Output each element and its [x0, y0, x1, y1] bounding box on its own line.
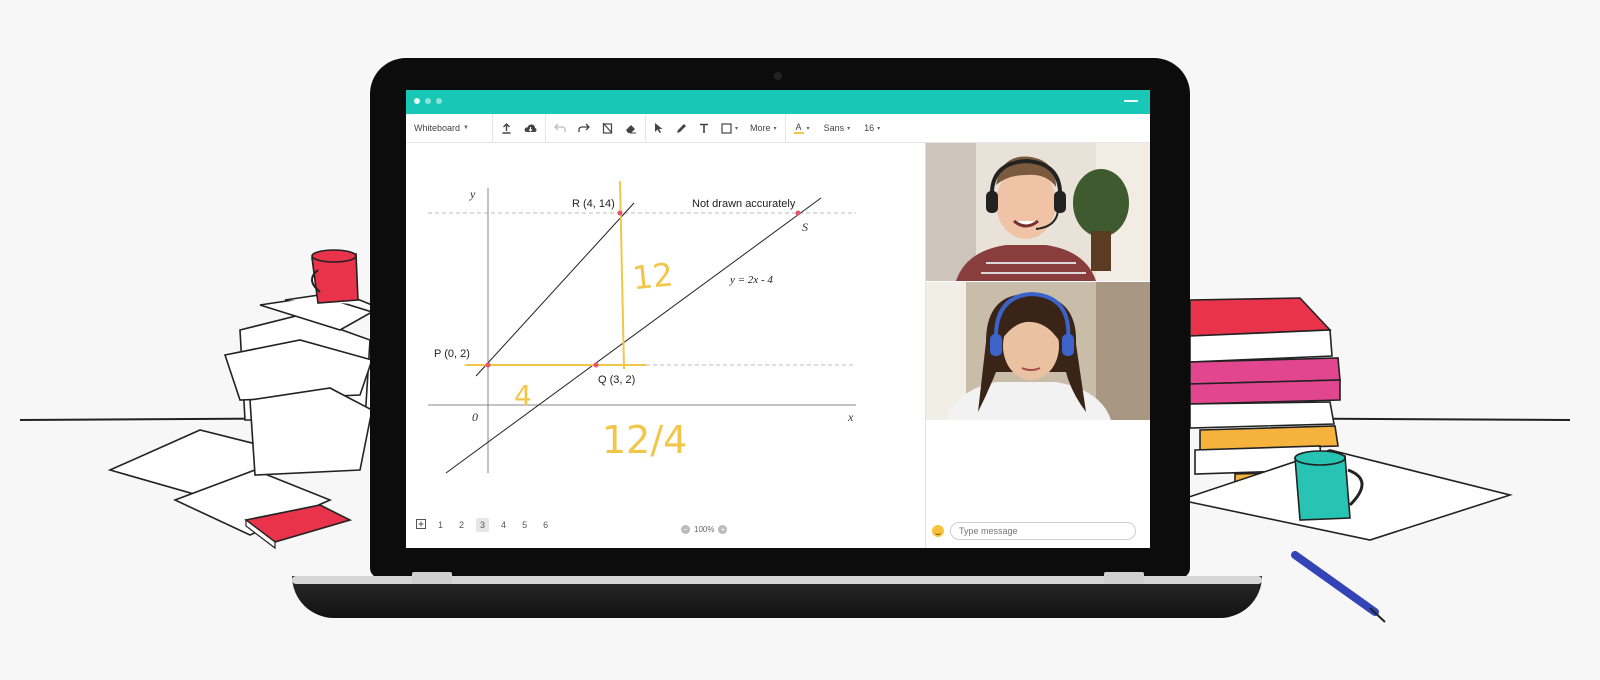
eraser-icon[interactable] — [625, 123, 637, 134]
y-axis-label: y — [469, 187, 476, 201]
zoom-out-button[interactable]: − — [681, 525, 690, 534]
point-s-marker — [795, 210, 801, 216]
upload-icon[interactable] — [501, 122, 512, 134]
hinge-left — [412, 572, 452, 584]
chevron-down-icon: ▾ — [847, 125, 851, 132]
title-bar — [406, 90, 1150, 114]
handwritten-ratio: 12/4 — [602, 418, 687, 462]
point-s-label: S — [802, 220, 808, 234]
app-window: Whiteboard ▼ ▾ More ▾ A ▾ Sans ▾ 16 ▾ y … — [406, 90, 1150, 548]
font-size-select[interactable]: 16 ▾ — [864, 123, 880, 133]
video-chat-panel — [926, 143, 1150, 548]
chevron-down-icon: ▾ — [735, 125, 739, 132]
equation-label: y = 2x - 4 — [729, 274, 773, 286]
board-menu-label: Whiteboard — [414, 123, 461, 133]
window-dot[interactable] — [414, 98, 420, 104]
page-tab[interactable]: 2 — [455, 518, 468, 532]
minimize-icon[interactable] — [1124, 100, 1138, 102]
note-label: Not drawn accurately — [692, 198, 796, 210]
shape-tool[interactable]: ▾ — [721, 122, 739, 134]
point-p-label: P (0, 2) — [434, 348, 470, 360]
x-axis-label: x — [847, 410, 854, 424]
paper-stack-doodle — [107, 291, 375, 536]
zoom-in-button[interactable]: + — [718, 525, 728, 534]
cloud-save-icon[interactable] — [524, 123, 537, 134]
add-page-icon[interactable] — [416, 519, 426, 531]
select-pointer-icon[interactable] — [654, 122, 664, 134]
window-dot[interactable] — [436, 98, 442, 104]
font-color-swatch — [793, 131, 804, 134]
zoom-control: − 100% + — [681, 525, 728, 534]
rectangle-icon — [721, 122, 732, 134]
window-controls — [414, 98, 442, 104]
video-feed-student — [926, 282, 1150, 420]
emoji-icon[interactable] — [932, 525, 944, 537]
handwritten-4: 4 — [514, 379, 532, 412]
zoom-level: 100% — [694, 525, 715, 534]
font-color-picker[interactable]: A ▾ — [793, 121, 810, 134]
chevron-down-icon: ▾ — [877, 125, 881, 132]
page-tab[interactable]: 4 — [497, 518, 510, 532]
origin-label: 0 — [472, 410, 478, 424]
toolbar: Whiteboard ▼ ▾ More ▾ A ▾ Sans ▾ 16 ▾ — [406, 114, 1150, 143]
whiteboard-canvas[interactable]: y x 0 R (4, 14) P (0, 2) Q (3, 2) S Not … — [406, 143, 926, 548]
page-tab[interactable]: 5 — [518, 518, 531, 532]
chat-message-input[interactable] — [950, 522, 1136, 540]
point-p-marker — [485, 362, 491, 368]
chevron-down-icon: ▾ — [806, 125, 810, 132]
clear-page-icon[interactable] — [602, 122, 613, 134]
more-menu[interactable]: More ▾ — [750, 123, 777, 133]
red-mug-doodle — [311, 249, 359, 304]
workspace: y x 0 R (4, 14) P (0, 2) Q (3, 2) S Not … — [406, 143, 1150, 548]
chat-bar — [932, 522, 1136, 540]
pen-doodle — [1291, 551, 1386, 623]
undo-icon[interactable] — [554, 123, 566, 133]
webcam-icon — [774, 72, 782, 80]
chevron-down-icon: ▼ — [463, 125, 469, 131]
hinge-right — [1104, 572, 1144, 584]
font-color-label: A — [795, 121, 802, 132]
graph-drawing: y x 0 R (4, 14) P (0, 2) Q (3, 2) S Not … — [428, 180, 856, 474]
redo-icon[interactable] — [578, 123, 590, 133]
hand-line-vertical — [619, 180, 625, 370]
point-r-marker — [617, 210, 623, 216]
font-family-select[interactable]: Sans ▾ — [824, 123, 851, 133]
font-size-value: 16 — [864, 123, 875, 133]
text-tool-icon[interactable] — [699, 123, 709, 134]
page-tab[interactable]: 1 — [434, 518, 447, 532]
window-dot[interactable] — [425, 98, 431, 104]
handwritten-12: 12 — [631, 255, 675, 297]
point-q-marker — [593, 362, 599, 368]
page-tab[interactable]: 6 — [539, 518, 552, 532]
line-pr — [475, 202, 635, 377]
point-r-label: R (4, 14) — [572, 198, 615, 210]
pen-icon[interactable] — [676, 123, 687, 134]
board-menu[interactable]: Whiteboard ▼ — [414, 123, 469, 133]
page-navigator: 1 2 3 4 5 6 — [416, 518, 552, 532]
page-tab-active[interactable]: 3 — [476, 518, 490, 532]
font-family-value: Sans — [823, 123, 845, 133]
video-feed-tutor — [926, 143, 1150, 281]
point-q-label: Q (3, 2) — [598, 374, 635, 386]
more-label: More — [750, 123, 771, 133]
chevron-down-icon: ▾ — [773, 125, 777, 132]
